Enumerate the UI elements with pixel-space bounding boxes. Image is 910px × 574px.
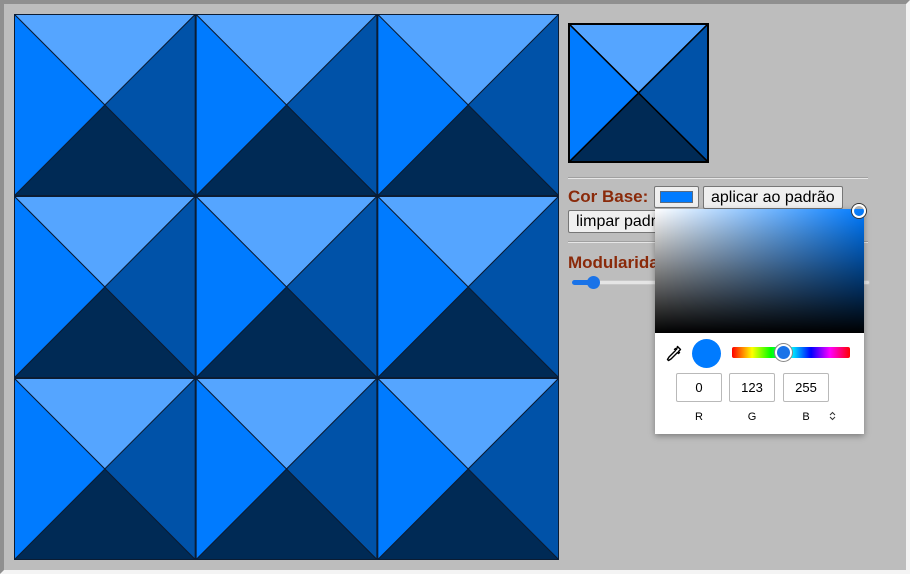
saturation-value-handle[interactable] (852, 204, 866, 218)
color-picker-popup: 0 123 255 R G B (655, 204, 866, 434)
base-color-input[interactable] (654, 186, 699, 208)
pattern-tile[interactable] (14, 377, 197, 560)
current-color-preview (692, 339, 721, 368)
pattern-tile[interactable] (376, 14, 559, 197)
divider (568, 177, 868, 179)
green-label: G (747, 411, 757, 423)
red-input[interactable]: 0 (676, 373, 722, 402)
up-down-chevron-icon[interactable] (829, 411, 836, 421)
pattern-tile[interactable] (376, 195, 559, 379)
blue-label: B (802, 411, 810, 423)
red-label: R (695, 411, 703, 423)
tile-preview[interactable] (568, 23, 709, 163)
pattern-tile[interactable] (14, 14, 197, 197)
apply-to-pattern-button[interactable]: aplicar ao padrão (703, 186, 843, 209)
modularity-slider-thumb[interactable] (586, 276, 600, 289)
hue-slider-handle[interactable] (775, 344, 792, 361)
saturation-value-area[interactable] (655, 204, 866, 333)
green-input[interactable]: 123 (729, 373, 775, 402)
eyedropper-icon[interactable] (666, 345, 682, 363)
pattern-tile[interactable] (194, 377, 379, 560)
blue-input[interactable]: 255 (783, 373, 829, 402)
pattern-tile[interactable] (194, 14, 379, 197)
pattern-tile[interactable] (14, 195, 197, 379)
pattern-tile[interactable] (194, 195, 379, 379)
preview-tile[interactable] (568, 23, 709, 163)
pattern-canvas[interactable] (14, 14, 559, 560)
base-color-label: Cor Base: (568, 187, 649, 206)
pattern-tile[interactable] (376, 377, 559, 560)
base-color-swatch (660, 191, 693, 203)
